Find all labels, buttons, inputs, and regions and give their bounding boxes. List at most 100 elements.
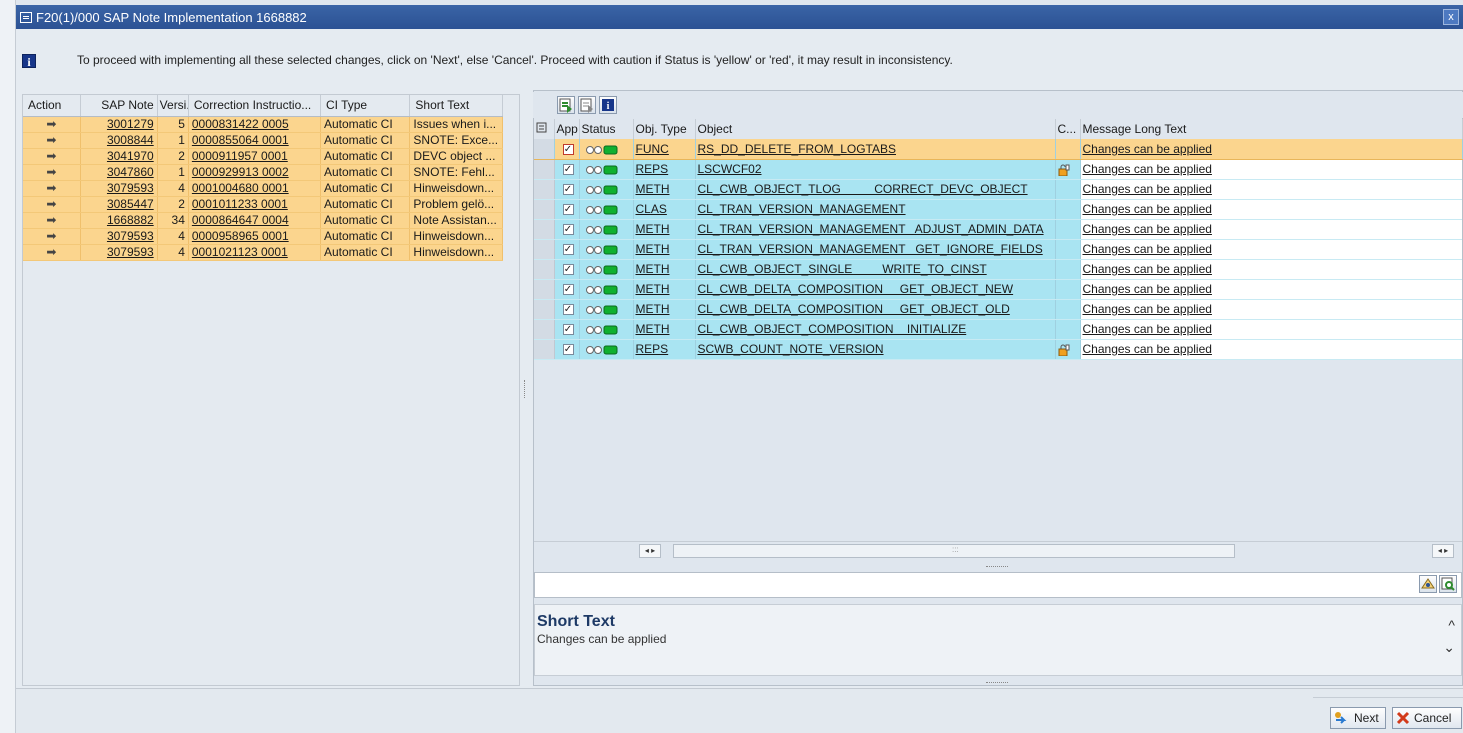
close-window-button[interactable]: x (1443, 9, 1459, 25)
object-row[interactable]: ✓ METH CL_CWB_OBJECT_SINGLE WRITE_TO_CINST… (534, 259, 1462, 280)
notes-table-row[interactable]: ➡ 3085447 2 0001011233 0001 Automatic CI Prob… (23, 196, 503, 213)
object-link[interactable]: CL_TRAN_VERSION_MANAGEMENT (698, 202, 906, 216)
sap-note-link[interactable]: 3085447 (80, 196, 158, 213)
object-link[interactable]: CL_CWB_OBJECT_TLOG CORRECT_DEVC_OBJECT (698, 182, 1028, 196)
scroll-right-icon[interactable]: ◂ ▸ (1432, 544, 1454, 558)
message-link[interactable]: Changes can be applied (1083, 222, 1212, 236)
object-link[interactable]: CL_TRAN_VERSION_MANAGEMENT ADJUST_ADMIN_… (698, 222, 1044, 236)
col-c[interactable]: C... (1055, 119, 1081, 139)
sap-note-link-text[interactable]: 3008844 (107, 133, 154, 147)
correction-instruction-link[interactable]: 0000958965 0001 (188, 228, 321, 245)
correction-instruction-link-text[interactable]: 0001011233 0001 (192, 197, 288, 211)
object-link[interactable]: RS_DD_DELETE_FROM_LOGTABS (698, 142, 897, 156)
sap-note-link[interactable]: 3041970 (80, 148, 158, 165)
sap-note-link-text[interactable]: 3085447 (107, 197, 154, 211)
notes-table-row[interactable]: ➡ 3008844 1 0000855064 0001 Automatic CI SNOT… (23, 132, 503, 149)
obj-type-link[interactable]: REPS (636, 162, 669, 176)
correction-instruction-link-text[interactable]: 0001021123 0001 (192, 245, 288, 259)
row-selector[interactable] (534, 139, 555, 160)
col-correction-instruction[interactable]: Correction Instructio... (188, 95, 321, 117)
notes-table-row[interactable]: ➡ 3079593 4 0001004680 0001 Automatic CI Hinw… (23, 180, 503, 197)
sap-note-link[interactable]: 3079593 (80, 228, 158, 245)
row-selector[interactable] (534, 239, 555, 260)
notes-table-row[interactable]: ➡ 3041970 2 0000911957 0001 Automatic CI DEVC… (23, 148, 503, 165)
row-selector[interactable] (534, 179, 555, 200)
message-link[interactable]: Changes can be applied (1083, 282, 1212, 296)
apply-checkbox[interactable]: ✓ (562, 324, 574, 336)
apply-checkbox[interactable]: ✓ (562, 204, 574, 216)
obj-type-link[interactable]: METH (636, 302, 670, 316)
select-all-icon[interactable] (557, 96, 575, 114)
object-row[interactable]: ✓ METH CL_TRAN_VERSION_MANAGEMENT ADJUST_A… (534, 219, 1462, 240)
sap-note-link[interactable]: 3047860 (80, 164, 158, 181)
sap-note-link[interactable]: 3079593 (80, 244, 158, 261)
sap-note-link[interactable]: 1668882 (80, 212, 158, 229)
sap-note-link-text[interactable]: 3079593 (107, 229, 154, 243)
apply-checkbox[interactable]: ✓ (562, 164, 574, 176)
col-select-icon[interactable] (534, 119, 555, 139)
resize-grip-top[interactable] (986, 566, 1008, 568)
apply-checkbox[interactable]: ✓ (562, 264, 574, 276)
obj-type-link[interactable]: METH (636, 242, 670, 256)
resize-grip-bottom[interactable] (986, 682, 1008, 684)
col-message-long-text[interactable]: Message Long Text (1080, 119, 1463, 139)
action-arrow-icon[interactable]: ➡ (23, 116, 81, 133)
search-icon[interactable] (1439, 575, 1457, 593)
message-link[interactable]: Changes can be applied (1083, 182, 1212, 196)
message-link[interactable]: Changes can be applied (1083, 142, 1212, 156)
apply-checkbox[interactable]: ✓ (562, 224, 574, 236)
correction-instruction-link-text[interactable]: 0000864647 0004 (192, 213, 289, 227)
row-selector[interactable] (534, 219, 555, 240)
sap-note-link[interactable]: 3079593 (80, 180, 158, 197)
scroll-left-right-icon[interactable]: ◂ ▸ (639, 544, 661, 558)
message-link[interactable]: Changes can be applied (1083, 162, 1212, 176)
notes-table-row[interactable]: ➡ 3079593 4 0001021123 0001 Automatic CI Hinw… (23, 244, 503, 261)
col-sap-note[interactable]: SAP Note (80, 95, 158, 117)
correction-instruction-link[interactable]: 0000855064 0001 (188, 132, 321, 149)
object-link[interactable]: LSCWCF02 (698, 162, 762, 176)
correction-instruction-link-text[interactable]: 0000831422 0005 (192, 117, 289, 131)
sap-note-link-text[interactable]: 3079593 (107, 181, 154, 195)
sap-note-link-text[interactable]: 3041970 (107, 149, 154, 163)
col-object[interactable]: Object (695, 119, 1056, 139)
action-arrow-icon[interactable]: ➡ (23, 196, 81, 213)
object-row[interactable]: ✓ METH CL_TRAN_VERSION_MANAGEMENT GET_IGNO… (534, 239, 1462, 260)
obj-type-link[interactable]: FUNC (636, 142, 669, 156)
col-status[interactable]: Status (579, 119, 634, 139)
row-selector[interactable] (534, 199, 555, 220)
correction-instruction-link[interactable]: 0000864647 0004 (188, 212, 321, 229)
correction-instruction-link-text[interactable]: 0000911957 0001 (192, 149, 288, 163)
obj-type-link[interactable]: CLAS (636, 202, 667, 216)
next-button[interactable]: Next (1330, 707, 1386, 729)
message-link[interactable]: Changes can be applied (1083, 202, 1212, 216)
sap-note-link[interactable]: 3001279 (80, 116, 158, 133)
col-short-text[interactable]: Short Text (409, 95, 503, 117)
row-selector[interactable] (534, 319, 555, 340)
sap-note-link[interactable]: 3008844 (80, 132, 158, 149)
text-field[interactable] (534, 572, 1462, 598)
find-icon[interactable] (1419, 575, 1437, 593)
object-row[interactable]: ✓ REPS SCWB_COUNT_NOTE_VERSION Changes can … (534, 339, 1462, 360)
action-arrow-icon[interactable]: ➡ (23, 148, 81, 165)
message-link[interactable]: Changes can be applied (1083, 342, 1212, 356)
object-link[interactable]: CL_CWB_DELTA_COMPOSITION GET_OBJECT_OLD (698, 302, 1010, 316)
deselect-all-icon[interactable] (578, 96, 596, 114)
action-arrow-icon[interactable]: ➡ (23, 228, 81, 245)
notes-table-row[interactable]: ➡ 1668882 34 0000864647 0004 Automatic CI Not… (23, 212, 503, 229)
apply-checkbox[interactable]: ✓ (562, 144, 574, 156)
apply-checkbox[interactable]: ✓ (562, 284, 574, 296)
correction-instruction-link[interactable]: 0001004680 0001 (188, 180, 321, 197)
row-selector[interactable] (534, 259, 555, 280)
correction-instruction-link-text[interactable]: 0001004680 0001 (192, 181, 289, 195)
action-arrow-icon[interactable]: ➡ (23, 164, 81, 181)
object-row[interactable]: ✓ METH CL_CWB_OBJECT_TLOG CORRECT_DEVC_OBJ… (534, 179, 1462, 200)
horizontal-scrollbar[interactable]: ◂ ▸ ::: ◂ ▸ (534, 541, 1462, 559)
object-link[interactable]: SCWB_COUNT_NOTE_VERSION (698, 342, 884, 356)
col-action[interactable]: Action (23, 95, 81, 117)
apply-checkbox[interactable]: ✓ (562, 244, 574, 256)
apply-checkbox[interactable]: ✓ (562, 344, 574, 356)
window-menu-icon[interactable] (20, 11, 32, 23)
object-link[interactable]: CL_CWB_OBJECT_SINGLE WRITE_TO_CINST (698, 262, 987, 276)
object-link[interactable]: CL_TRAN_VERSION_MANAGEMENT GET_IGNORE_FI… (698, 242, 1043, 256)
obj-type-link[interactable]: METH (636, 322, 670, 336)
